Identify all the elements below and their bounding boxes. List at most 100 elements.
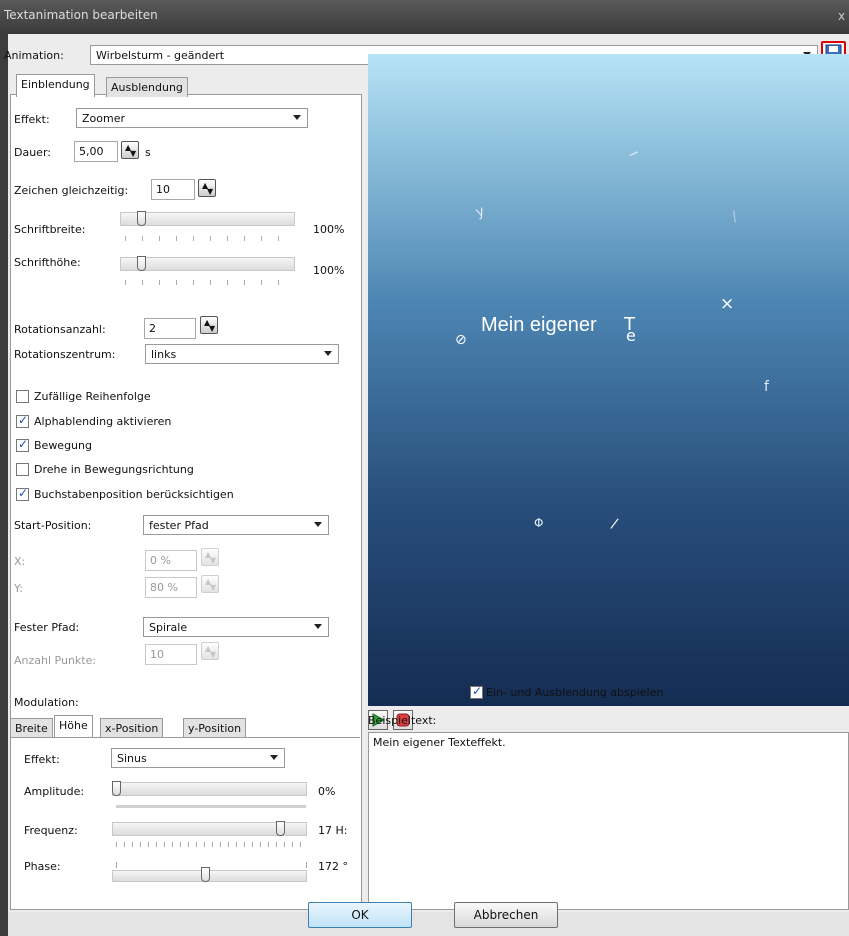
mod-effekt-label: Effekt: [24, 753, 60, 766]
phase-value: 172 ° [318, 860, 348, 873]
y-label: Y: [14, 582, 23, 595]
checkbox-alphablending[interactable] [16, 413, 29, 428]
preview-glyph: ⊘ [455, 332, 467, 348]
dialog-body: Animation: Wirbelsturm - geändert Einble… [4, 34, 849, 936]
cancel-button[interactable]: Abbrechen [454, 902, 558, 928]
fester-pfad-dropdown[interactable]: Spirale [143, 617, 329, 637]
effekt-dropdown[interactable]: Zoomer [76, 108, 308, 128]
x-input[interactable]: 0 % [145, 550, 197, 571]
amplitude-label: Amplitude: [24, 785, 85, 798]
zeichen-spinner[interactable]: ▲ ▼ [198, 179, 216, 197]
phase-label: Phase: [24, 860, 61, 873]
anzahl-punkte-input[interactable]: 10 [145, 644, 197, 665]
fester-pfad-label: Fester Pfad: [14, 621, 80, 634]
dauer-value: 5,00 [79, 145, 104, 158]
zeichen-label: Zeichen gleichzeitig: [14, 184, 129, 197]
preview-glyph: e [626, 326, 636, 345]
checkbox-drehe-in-bewegungsrichtung[interactable] [16, 463, 29, 476]
anzahl-punkte-label: Anzahl Punkte: [14, 654, 97, 667]
rotationszentrum-label: Rotationszentrum: [14, 348, 116, 361]
preview-glyph: Φ [534, 516, 544, 530]
rotationsanzahl-spinner[interactable]: ▲ ▼ [200, 316, 218, 334]
anzahl-punkte-value: 10 [150, 648, 164, 661]
animation-preview: Mein eigener y − \ × ⊘ f Φ / T e [368, 54, 849, 706]
frequenz-label: Frequenz: [24, 824, 78, 837]
x-spinner[interactable]: ▲ ▼ [201, 548, 219, 566]
y-spinner[interactable]: ▲ ▼ [201, 575, 219, 593]
amplitude-thumb[interactable] [112, 781, 121, 796]
animation-value: Wirbelsturm - geändert [96, 49, 225, 62]
effekt-value: Zoomer [82, 112, 126, 125]
schriftbreite-thumb[interactable] [137, 211, 146, 226]
ein-ausblendung-label: Ein- und Ausblendung abspielen [486, 686, 664, 699]
frequenz-thumb[interactable] [276, 821, 285, 836]
preview-glyph: × [720, 294, 735, 314]
preview-glyph: / [609, 515, 620, 533]
rotationszentrum-dropdown[interactable]: links [145, 344, 339, 364]
zeichen-input[interactable]: 10 [151, 179, 195, 200]
anzahl-punkte-spinner[interactable]: ▲ ▼ [201, 642, 219, 660]
zeichen-value: 10 [156, 183, 170, 196]
x-value: 0 % [150, 554, 171, 567]
dauer-spinner[interactable]: ▲ ▼ [121, 141, 139, 159]
schriftbreite-value: 100% [313, 223, 345, 236]
schrifthoehe-ticks [125, 280, 295, 285]
tab-y-position[interactable]: y-Position [183, 718, 247, 738]
tab-hoehe[interactable]: Höhe [54, 715, 93, 738]
modulation-label: Modulation: [14, 696, 79, 709]
amplitude-ticks [116, 805, 306, 808]
start-position-dropdown[interactable]: fester Pfad [143, 515, 329, 535]
checkbox-ein-ausblendung[interactable] [470, 684, 483, 699]
rotationsanzahl-value: 2 [149, 322, 156, 335]
rotationszentrum-value: links [151, 348, 177, 361]
preview-glyph: f [764, 379, 769, 395]
amplitude-slider[interactable] [112, 782, 307, 796]
preview-text: Mein eigener [481, 314, 597, 336]
schriftbreite-label: Schriftbreite: [14, 223, 86, 236]
phase-thumb[interactable] [201, 867, 210, 882]
dauer-input[interactable]: 5,00 [74, 141, 118, 162]
x-label: X: [14, 555, 26, 568]
mod-effekt-dropdown[interactable]: Sinus [111, 748, 285, 768]
bewegung-label: Bewegung [34, 439, 92, 452]
chevron-down-icon [324, 351, 332, 356]
amplitude-value: 0% [318, 785, 336, 798]
frequenz-ticks [116, 842, 306, 847]
checkbox-bewegung[interactable] [16, 437, 29, 452]
beispieltext-textarea[interactable]: Mein eigener Texteffekt. [368, 732, 849, 910]
start-position-value: fester Pfad [149, 519, 209, 532]
drehe-label: Drehe in Bewegungsrichtung [34, 463, 194, 476]
beispieltext-value: Mein eigener Texteffekt. [373, 736, 506, 749]
preview-glyph: \ [730, 208, 739, 226]
close-icon[interactable]: x [838, 9, 845, 23]
ok-button[interactable]: OK [308, 902, 412, 928]
tab-einblendung[interactable]: Einblendung [16, 74, 95, 97]
fester-pfad-value: Spirale [149, 621, 188, 634]
checkbox-buchstabenposition[interactable] [16, 486, 29, 501]
chevron-down-icon [270, 755, 278, 760]
dauer-unit: s [145, 146, 151, 159]
chevron-down-icon [293, 115, 301, 120]
schriftbreite-slider[interactable] [120, 212, 295, 226]
frequenz-value: 17 H: [318, 824, 348, 837]
tab-breite[interactable]: Breite [10, 718, 53, 738]
schrifthoehe-slider[interactable] [120, 257, 295, 271]
alphablending-label: Alphablending aktivieren [34, 415, 172, 428]
schriftbreite-ticks [125, 236, 295, 241]
mod-effekt-value: Sinus [117, 752, 147, 765]
rotationsanzahl-label: Rotationsanzahl: [14, 323, 106, 336]
tab-x-position[interactable]: x-Position [100, 718, 164, 738]
checkbox-zufaellige-reihenfolge[interactable] [16, 390, 29, 403]
title-bar: Textanimation bearbeiten x [0, 0, 849, 34]
chevron-down-icon [314, 624, 322, 629]
y-input[interactable]: 80 % [145, 577, 197, 598]
chevron-down-icon [314, 522, 322, 527]
rotationsanzahl-input[interactable]: 2 [144, 318, 196, 339]
window-title: Textanimation bearbeiten [4, 8, 158, 22]
button-bar [8, 912, 849, 936]
schrifthoehe-thumb[interactable] [137, 256, 146, 271]
animation-label: Animation: [4, 49, 64, 62]
tab-ausblendung[interactable]: Ausblendung [106, 77, 188, 97]
preview-glyph: y [473, 203, 487, 221]
start-position-label: Start-Position: [14, 519, 92, 532]
